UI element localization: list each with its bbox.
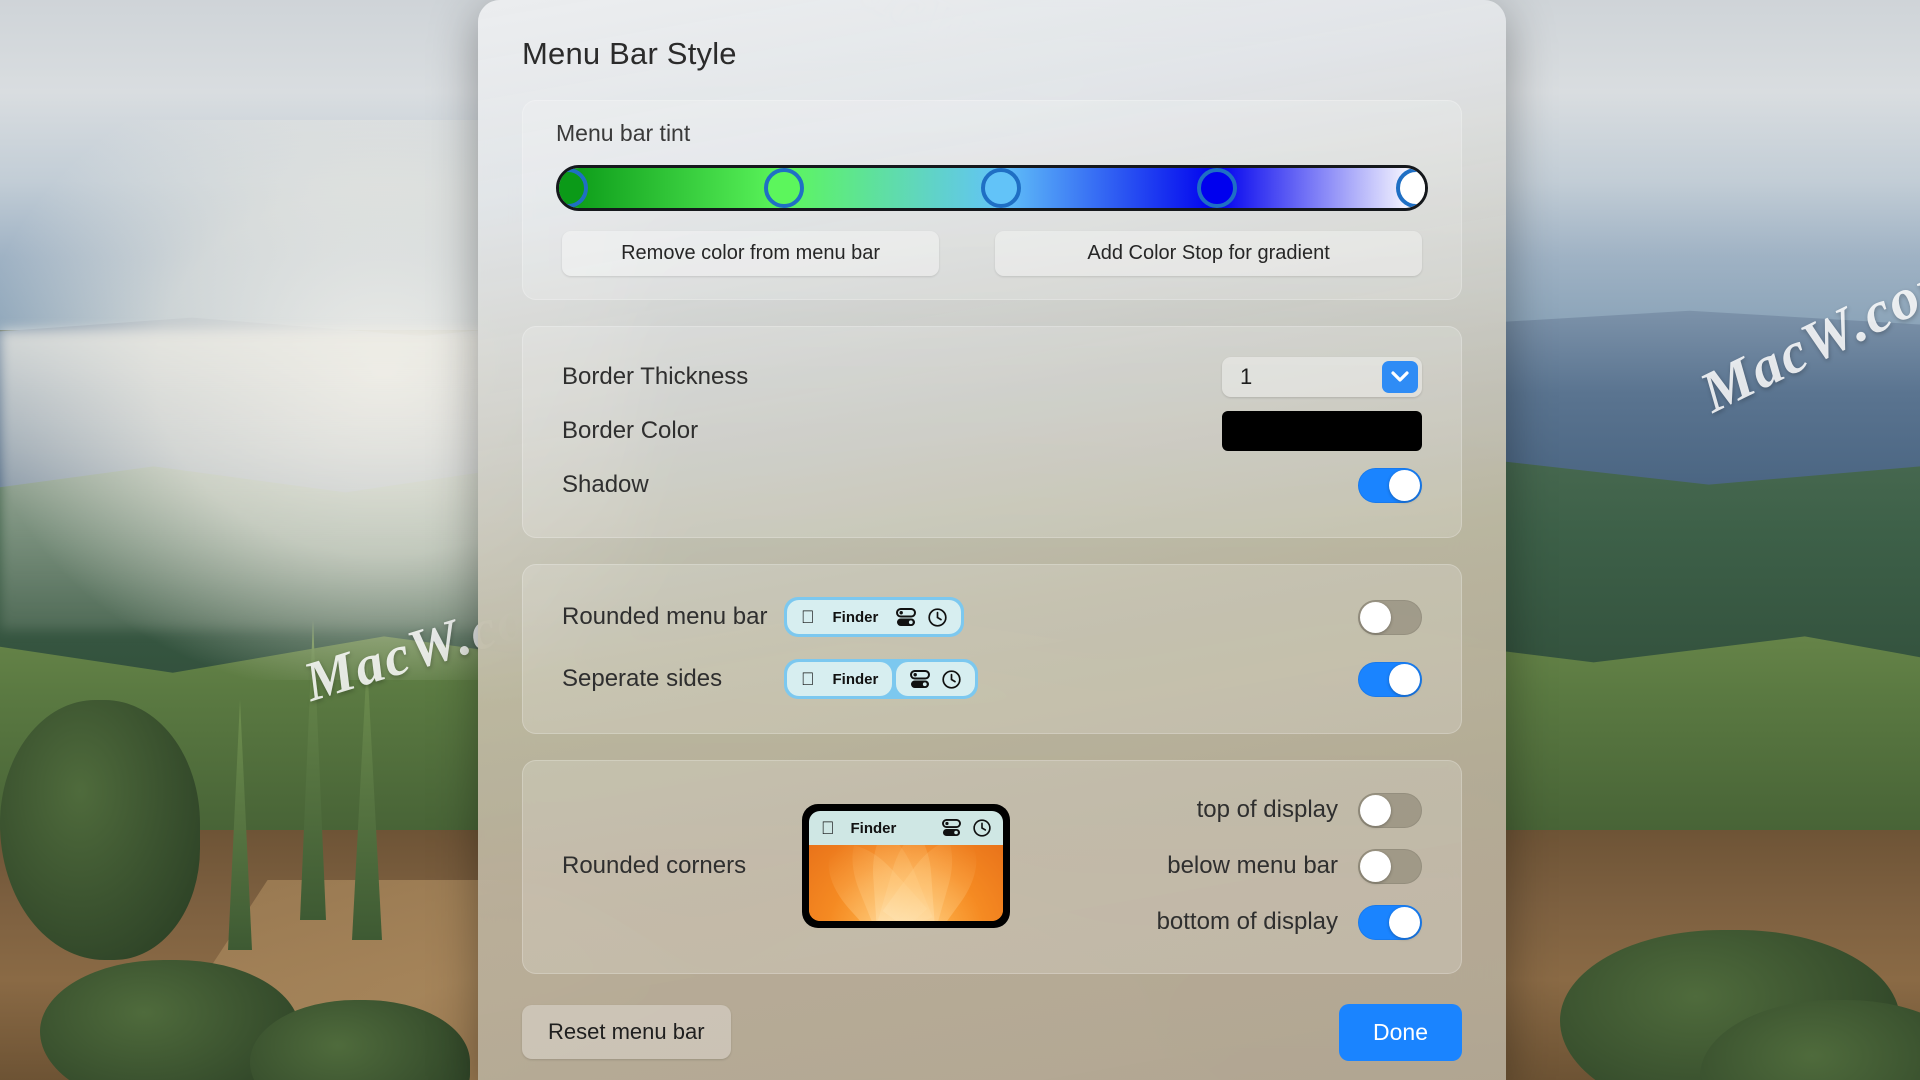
border-thickness-value: 1	[1240, 364, 1253, 389]
rounded-corners-options: top of display below menu bar bottom of …	[1050, 782, 1422, 950]
shadow-label: Shadow	[562, 471, 649, 498]
apple-logo-icon: 	[801, 670, 815, 688]
dialog-footer: Reset menu bar Done	[478, 984, 1506, 1080]
control-center-icon	[896, 607, 917, 626]
toggle-knob	[1389, 906, 1420, 938]
clock-icon	[928, 607, 947, 627]
bottom-of-display-toggle[interactable]	[1358, 904, 1422, 940]
display-preview[interactable]:  Finder	[802, 804, 1010, 928]
finder-label: Finder	[819, 670, 879, 688]
toggle-knob	[1389, 663, 1420, 695]
separate-sides-row: Seperate sides  Finder	[562, 648, 1422, 710]
chevron-down-icon[interactable]	[1382, 361, 1418, 393]
wallpaper-fog-band	[0, 330, 520, 630]
add-color-stop-button[interactable]: Add Color Stop for gradient	[995, 231, 1422, 276]
shadow-row: Shadow	[562, 458, 1422, 512]
corner-option-label: top of display	[1196, 796, 1338, 823]
rounded-menu-bar-card: Rounded menu bar  Finder	[522, 564, 1462, 734]
below-menu-bar-toggle[interactable]	[1358, 848, 1422, 884]
menu-bar-status-icons	[896, 607, 947, 627]
border-settings-card: Border Thickness 1 Border Color Shadow	[522, 326, 1462, 538]
gradient-color-stop-2[interactable]	[764, 168, 805, 208]
control-center-icon	[910, 669, 931, 688]
menu-bar-status-icons	[942, 819, 991, 837]
display-preview-screen:  Finder	[809, 811, 1003, 921]
rounded-corners-label: Rounded corners	[562, 852, 747, 879]
top-of-display-toggle[interactable]	[1358, 792, 1422, 828]
border-color-swatch[interactable]	[1222, 411, 1422, 451]
border-thickness-row: Border Thickness 1	[562, 350, 1422, 404]
gradient-color-stop-3[interactable]	[980, 168, 1021, 208]
display-preview-menu-bar:  Finder	[809, 811, 1003, 845]
remove-color-button[interactable]: Remove color from menu bar	[562, 231, 940, 276]
border-thickness-label: Border Thickness	[562, 363, 749, 390]
toggle-knob	[1360, 794, 1391, 826]
rounded-corners-card: Rounded corners  Finder	[522, 760, 1462, 974]
menu-bar-preview-split[interactable]:  Finder	[784, 659, 979, 699]
toggle-knob	[1360, 601, 1391, 633]
apple-logo-icon: 	[821, 819, 835, 837]
gradient-color-stop-5[interactable]	[1396, 168, 1425, 208]
separate-sides-label: Seperate sides	[562, 665, 723, 692]
clock-icon	[942, 669, 961, 689]
control-center-icon	[942, 819, 961, 837]
menu-bar-tint-label: Menu bar tint	[556, 120, 691, 146]
corner-option-row: bottom of display	[1050, 894, 1422, 950]
menu-bar-preview-segment:  Finder	[787, 600, 962, 634]
finder-label: Finder	[819, 608, 879, 626]
done-button[interactable]: Done	[1339, 1003, 1462, 1061]
finder-label: Finder	[837, 819, 897, 837]
menu-bar-status-icons	[910, 669, 961, 689]
corner-option-row: top of display	[1050, 782, 1422, 838]
corner-option-label: below menu bar	[1167, 852, 1338, 879]
tint-buttons: Remove color from menu bar Add Color Sto…	[556, 231, 1428, 276]
separate-sides-preview:  Finder	[772, 659, 1358, 699]
menu-bar-style-dialog: Menu Bar Style Menu bar tint Remove colo…	[478, 0, 1506, 1080]
border-thickness-select[interactable]: 1	[1222, 357, 1422, 397]
clock-icon	[973, 819, 991, 837]
toggle-knob	[1360, 850, 1391, 882]
display-preview-wallpaper	[809, 845, 1003, 921]
page-title: Menu Bar Style	[522, 36, 737, 71]
shadow-toggle[interactable]	[1358, 467, 1422, 503]
rounded-menu-bar-preview:  Finder	[772, 597, 1358, 637]
menu-bar-tint-card: Menu bar tint Remove color from menu bar…	[522, 100, 1462, 300]
menu-bar-preview-unified[interactable]:  Finder	[784, 597, 965, 637]
desktop-background: MacW.com MacW.com MacW.com Menu Bar Styl…	[0, 0, 1920, 1080]
toggle-knob	[1389, 469, 1420, 501]
separate-sides-toggle[interactable]	[1358, 661, 1422, 697]
rounded-menu-bar-label: Rounded menu bar	[562, 603, 768, 630]
border-color-row: Border Color	[562, 404, 1422, 458]
apple-logo-icon: 	[801, 608, 815, 626]
rounded-menu-bar-row: Rounded menu bar  Finder	[562, 586, 1422, 648]
menu-bar-preview-left-segment:  Finder	[787, 662, 893, 696]
corner-option-row: below menu bar	[1050, 838, 1422, 894]
rounded-menu-bar-toggle[interactable]	[1358, 599, 1422, 635]
gradient-color-stop-4[interactable]	[1197, 168, 1238, 208]
reset-menu-bar-button[interactable]: Reset menu bar	[522, 1005, 731, 1059]
gradient-slider[interactable]	[556, 165, 1428, 211]
menu-bar-preview-right-segment	[896, 662, 976, 696]
corner-option-label: bottom of display	[1156, 908, 1338, 935]
border-color-label: Border Color	[562, 417, 699, 444]
